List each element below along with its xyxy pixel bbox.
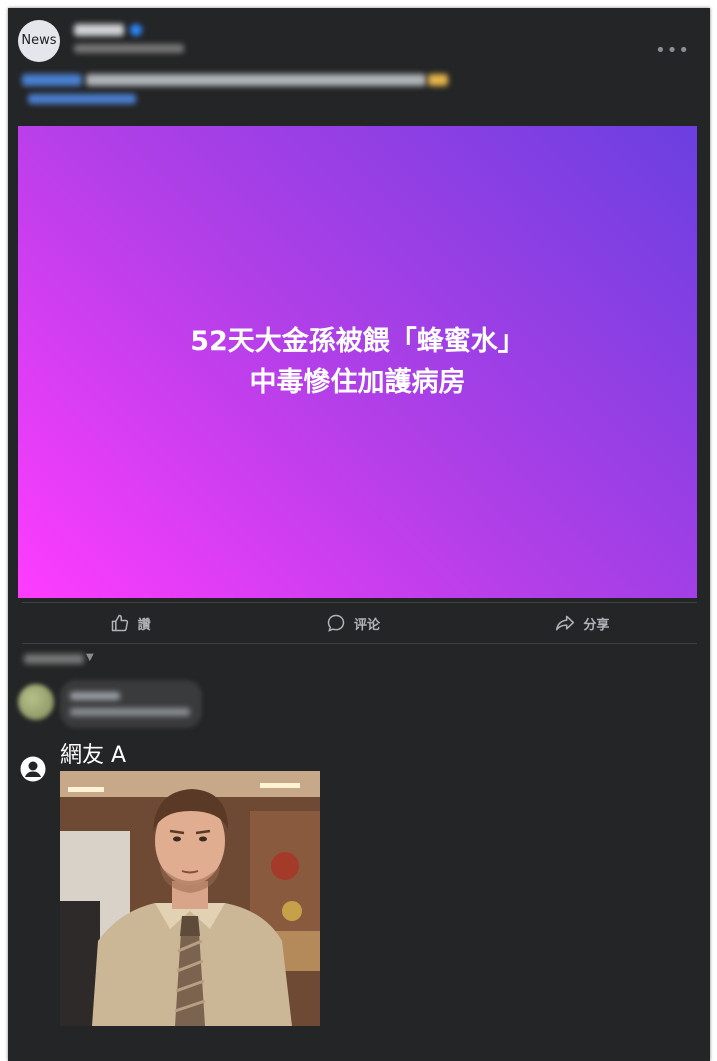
share-button[interactable]: 分享: [555, 613, 609, 633]
comment-text-blurred: [70, 708, 190, 716]
chevron-down-icon[interactable]: ▼: [86, 652, 94, 663]
verified-badge-icon: [130, 24, 142, 36]
comment-bubble-blurred: [60, 680, 202, 728]
thumbs-up-icon: [111, 614, 128, 632]
post-meta-blurred: [74, 44, 184, 53]
share-label: 分享: [583, 617, 610, 633]
post-card: News ••• 52天大金孫被餵「蜂蜜水」 中毒慘住加護病房 讚 评论 分享 …: [8, 8, 710, 1061]
commenter-avatar-blurred[interactable]: [18, 684, 54, 720]
post-image-banner[interactable]: 52天大金孫被餵「蜂蜜水」 中毒慘住加護病房: [18, 126, 697, 598]
caption-link-blurred[interactable]: [28, 94, 136, 104]
share-arrow-icon: [556, 615, 575, 631]
comment-sort-blurred[interactable]: [24, 654, 84, 664]
banner-line-1: 52天大金孫被餵「蜂蜜水」: [190, 326, 525, 357]
commenter-name-blurred[interactable]: [70, 692, 120, 700]
action-bar: 讚 评论 分享: [22, 602, 697, 644]
comment-button[interactable]: 评论: [326, 613, 380, 633]
reply-meme-image[interactable]: [60, 771, 320, 1026]
comment-bubble-icon: [327, 614, 345, 632]
banner-headline: 52天大金孫被餵「蜂蜜水」 中毒慘住加護病房: [190, 321, 525, 403]
reply-username[interactable]: 網友 A: [60, 737, 126, 769]
comment-label: 评论: [353, 617, 380, 633]
banner-line-2: 中毒慘住加護病房: [249, 367, 466, 398]
page-avatar[interactable]: News: [18, 20, 60, 62]
caption-hashtag-blurred[interactable]: [22, 74, 82, 86]
like-label: 讚: [137, 617, 151, 633]
more-options-icon[interactable]: •••: [655, 40, 690, 61]
caption-emoji-blurred: [428, 74, 448, 86]
caption-text-blurred: [86, 74, 426, 86]
meme-illustration: [60, 771, 320, 1026]
post-header: News •••: [18, 20, 698, 130]
page-name-blurred[interactable]: [74, 24, 124, 36]
like-button[interactable]: 讚: [110, 613, 151, 633]
user-avatar-icon[interactable]: [20, 756, 46, 782]
